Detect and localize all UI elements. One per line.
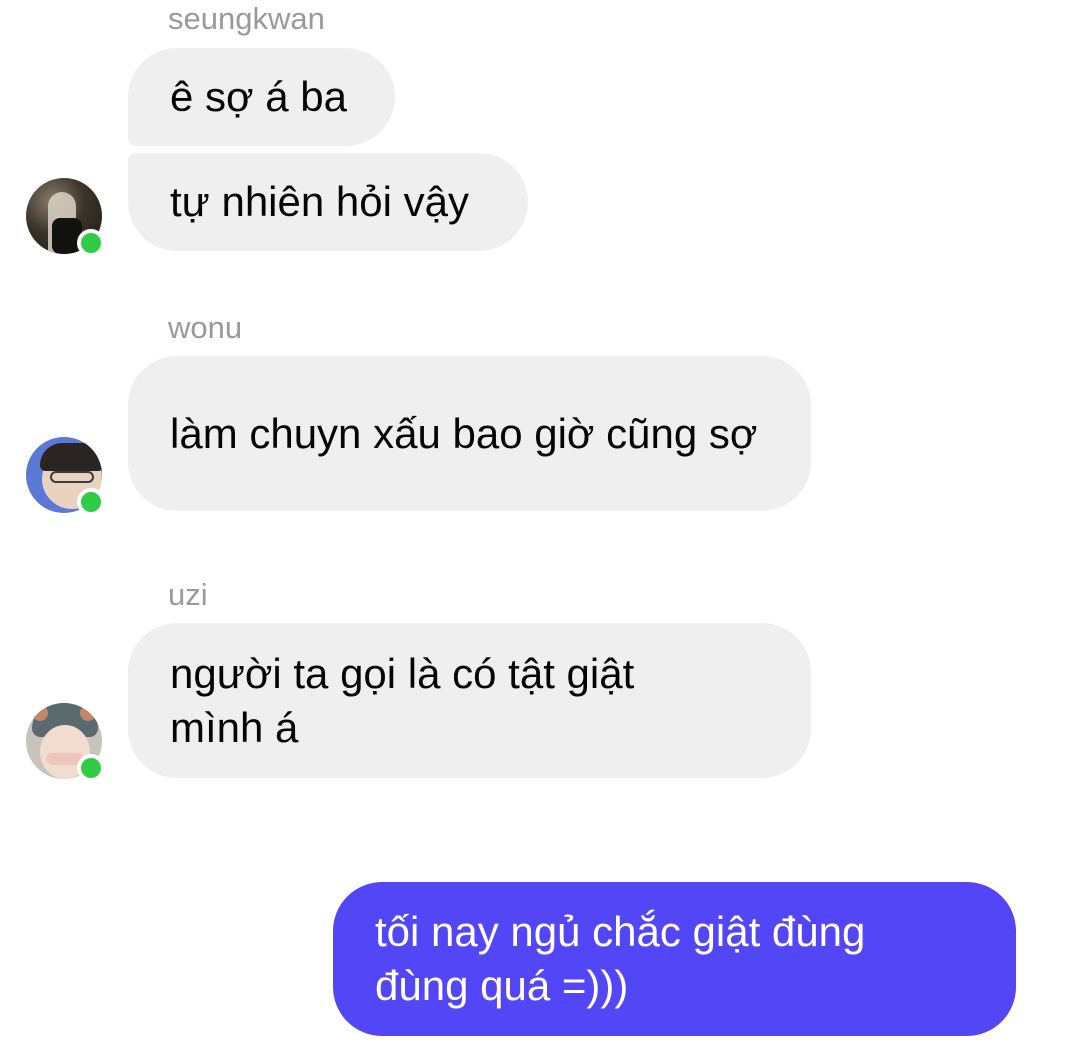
message-text: tự nhiên hỏi vậy bbox=[170, 178, 469, 225]
message-bubble[interactable]: ê sợ á ba bbox=[128, 48, 395, 146]
message-bubble[interactable]: người ta gọi là có tật giật mình á bbox=[128, 623, 811, 778]
avatar[interactable] bbox=[26, 703, 105, 782]
message-text: ê sợ á ba bbox=[170, 73, 347, 120]
avatar[interactable] bbox=[26, 178, 105, 257]
message-text: người ta gọi là có tật giật mình á bbox=[170, 649, 635, 751]
sender-name: wonu bbox=[168, 310, 243, 345]
online-status-icon bbox=[77, 488, 105, 516]
message-bubble[interactable]: tự nhiên hỏi vậy bbox=[128, 153, 528, 251]
online-status-icon bbox=[77, 229, 105, 257]
message-text: tối nay ngủ chắc giật đùng đùng quá =))) bbox=[375, 908, 866, 1009]
message-bubble[interactable]: làm chuyn xấu bao giờ cũng sợ bbox=[128, 356, 811, 511]
message-text: làm chuyn xấu bao giờ cũng sợ bbox=[170, 409, 758, 457]
sender-name: seungkwan bbox=[168, 1, 325, 36]
online-status-icon bbox=[77, 754, 105, 782]
sender-name: uzi bbox=[168, 577, 208, 612]
outgoing-message-bubble[interactable]: tối nay ngủ chắc giật đùng đùng quá =))) bbox=[333, 882, 1016, 1036]
avatar[interactable] bbox=[26, 437, 105, 516]
